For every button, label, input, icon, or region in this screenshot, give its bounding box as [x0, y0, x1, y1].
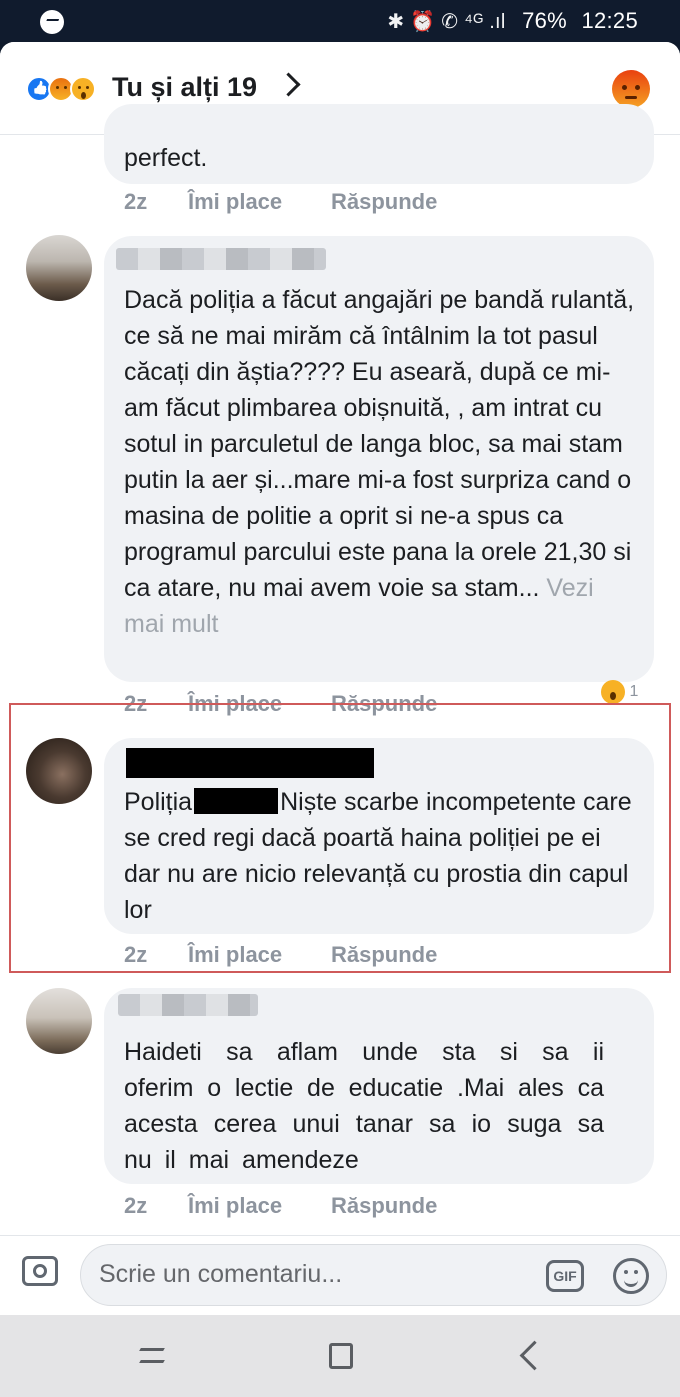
comment-bubble: Haideti sa aflam unde sta si sa ii oferi… — [104, 988, 654, 1184]
like-link[interactable]: Îmi place — [188, 1193, 282, 1219]
comment-bubble: Poliția Niște scarbe incompetente care se… — [104, 738, 654, 934]
reply-link[interactable]: Răspunde — [331, 942, 437, 968]
wow-icon — [601, 680, 625, 704]
like-link[interactable]: Îmi place — [188, 942, 282, 968]
comment-body-start: Poliția — [124, 788, 193, 816]
status-indicators: ✱ ⏰ ✆ ⁴ᴳ .ıl 76% 12:25 — [387, 8, 638, 34]
comment-text: Haideti sa aflam unde sta si sa ii oferi… — [124, 1038, 604, 1174]
comment-text: perfect. — [124, 144, 208, 172]
reactors-label[interactable]: Tu și alți 19 — [112, 72, 257, 103]
comment-body: Dacă poliția a făcut angajări pe bandă r… — [124, 286, 635, 602]
recent-apps-icon[interactable] — [140, 1346, 166, 1366]
back-icon[interactable] — [519, 1340, 550, 1371]
chevron-right-icon[interactable] — [276, 72, 301, 97]
comment-text: Poliția Niște scarbe incompetente care se… — [124, 784, 639, 928]
avatar[interactable] — [26, 988, 92, 1054]
comment-age: 2z — [124, 189, 148, 214]
camera-icon[interactable] — [22, 1256, 58, 1286]
reply-link[interactable]: Răspunde — [331, 1193, 437, 1219]
avatar[interactable] — [26, 235, 92, 301]
home-icon[interactable] — [329, 1343, 353, 1369]
avatar[interactable] — [26, 738, 92, 804]
android-nav-bar — [0, 1315, 680, 1397]
comment-bubble: Dacă poliția a făcut angajări pe bandă r… — [104, 236, 654, 682]
comment-age: 2z — [124, 942, 148, 967]
author-name-blurred[interactable] — [118, 994, 258, 1016]
comment-input[interactable]: Scrie un comentariu... GIF — [80, 1244, 667, 1306]
comment-bubble: perfect. — [104, 104, 654, 184]
like-link[interactable]: Îmi place — [188, 189, 282, 215]
status-icons: ✱ ⏰ ✆ ⁴ᴳ .ıl — [387, 11, 506, 33]
redacted-author-name[interactable] — [126, 748, 374, 778]
wow-icon — [70, 76, 96, 102]
gif-button[interactable]: GIF — [546, 1260, 584, 1292]
author-name-blurred[interactable] — [116, 248, 326, 270]
messenger-icon — [40, 10, 64, 34]
comment-placeholder: Scrie un comentariu... — [99, 1260, 343, 1288]
emoji-icon[interactable] — [613, 1258, 649, 1294]
comment-text: Dacă poliția a făcut angajări pe bandă r… — [124, 282, 639, 642]
reaction-count: 1 — [629, 683, 639, 701]
comment-age: 2z — [124, 1193, 148, 1218]
reply-link[interactable]: Răspunde — [331, 189, 437, 215]
angry-icon[interactable] — [612, 70, 650, 108]
status-bar: ✱ ⏰ ✆ ⁴ᴳ .ıl 76% 12:25 — [0, 0, 680, 42]
clock: 12:25 — [581, 8, 638, 33]
comments-sheet: Tu și alți 19 perfect. 2z Îmi place Răsp… — [0, 42, 680, 1315]
battery-level: 76% — [522, 8, 568, 33]
redacted-text — [194, 788, 279, 814]
comment-composer: Scrie un comentariu... GIF — [0, 1235, 680, 1315]
